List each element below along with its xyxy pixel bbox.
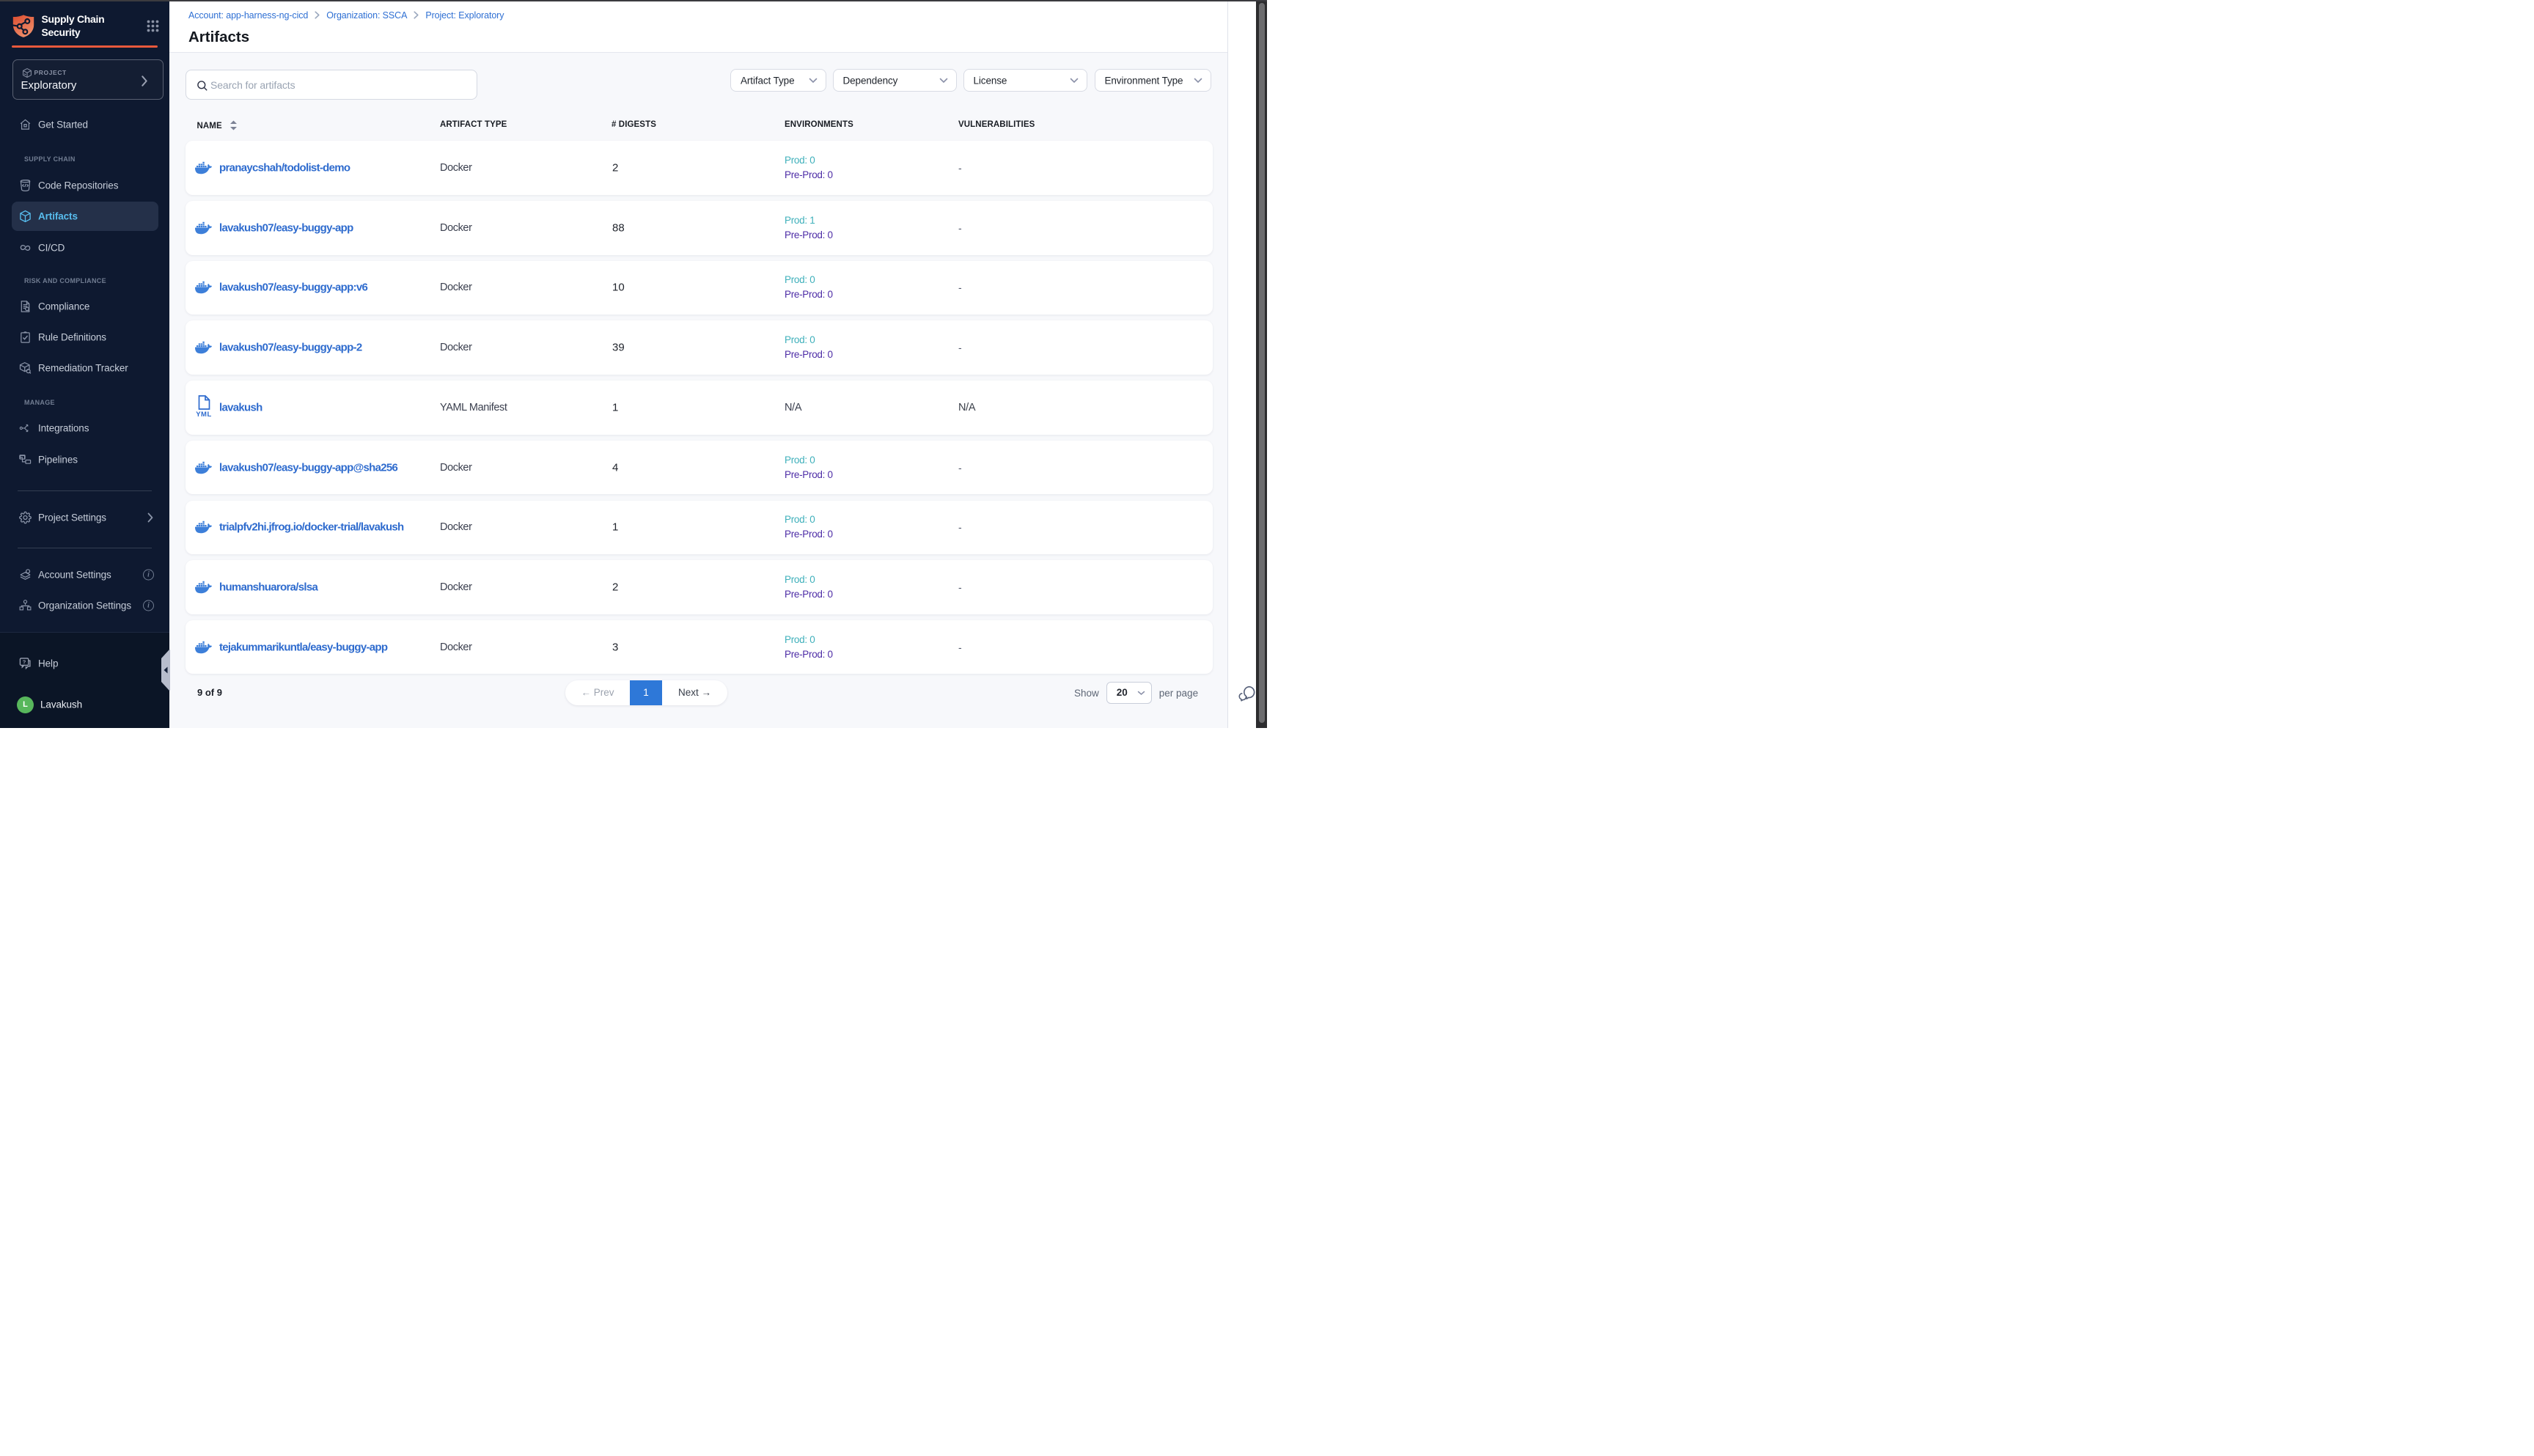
svg-text:?: ? [23,659,26,666]
svg-text:YML: YML [196,411,212,417]
